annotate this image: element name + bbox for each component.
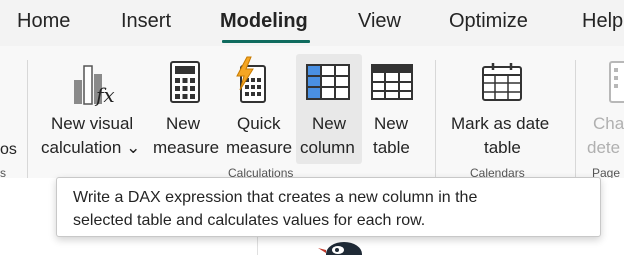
bird-image — [318, 242, 362, 255]
new-column-label: New — [312, 114, 347, 133]
quick-measure-icon — [236, 56, 266, 103]
change-detection-label: Cha — [593, 114, 624, 133]
calculator-icon — [170, 61, 200, 103]
tooltip-line-1: Write a DAX expression that creates a ne… — [73, 189, 478, 206]
tab-insert[interactable]: Insert — [121, 10, 171, 33]
new-measure-label-2: measure — [153, 138, 220, 157]
change-detection-icon — [609, 61, 624, 103]
tab-modeling[interactable]: Modeling — [220, 10, 308, 33]
ribbon-tab-bar: Home Insert Modeling View Optimize Help — [0, 0, 624, 46]
visual-calculation-icon: fx — [74, 65, 115, 106]
new-table-label: New — [374, 114, 409, 133]
partial-left-label: os — [0, 141, 17, 158]
new-visual-calculation-label: New visual — [51, 114, 134, 133]
new-table-icon — [371, 64, 413, 100]
group-separator — [435, 60, 436, 186]
active-tab-indicator — [222, 40, 310, 43]
chevron-down-icon: ⌄ — [126, 138, 141, 157]
svg-text:fx: fx — [94, 83, 115, 106]
calendar-icon — [482, 63, 522, 101]
new-column-label-2: column — [300, 138, 355, 157]
quick-measure-label: Quick — [237, 114, 281, 133]
tooltip-line-2: selected table and calculates values for… — [73, 212, 426, 229]
tab-help[interactable]: Help — [582, 10, 623, 33]
mark-as-date-table-label-2: table — [484, 138, 521, 157]
new-visual-calculation-label-2: calculation ⌄ — [41, 138, 141, 157]
new-measure-label: New — [166, 114, 201, 133]
new-column-icon — [306, 64, 350, 100]
tab-optimize[interactable]: Optimize — [449, 10, 528, 33]
new-column-tooltip: Write a DAX expression that creates a ne… — [56, 177, 601, 237]
quick-measure-label-2: measure — [226, 138, 293, 157]
tab-home[interactable]: Home — [17, 10, 70, 33]
new-table-label-2: table — [373, 138, 410, 157]
change-detection-label-2: dete — [587, 138, 621, 157]
mark-as-date-table-label: Mark as date — [451, 114, 550, 133]
group-separator — [27, 60, 28, 186]
tab-view[interactable]: View — [358, 10, 401, 33]
group-separator — [575, 60, 576, 186]
